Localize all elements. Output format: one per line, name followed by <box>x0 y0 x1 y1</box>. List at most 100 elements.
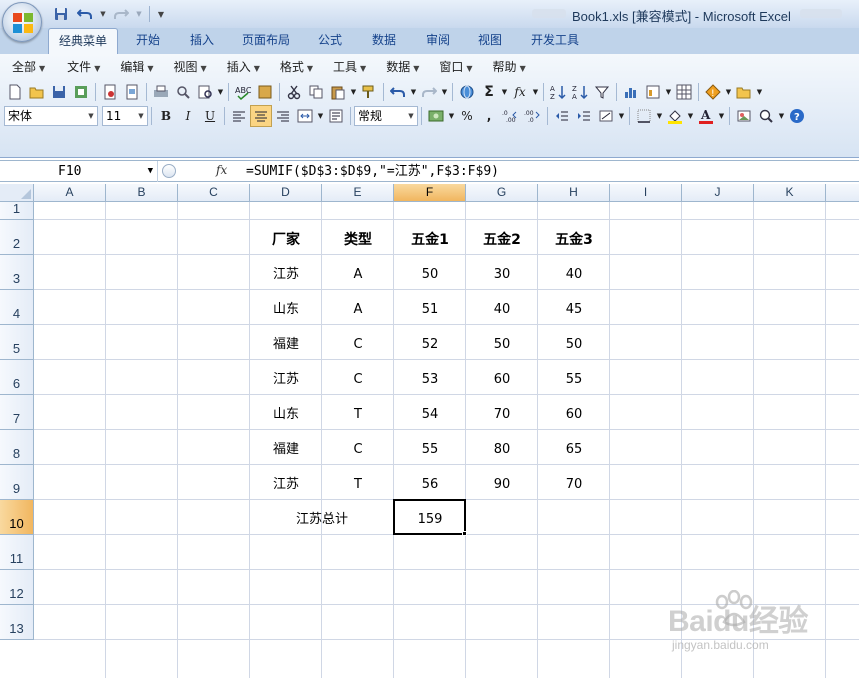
paste-icon[interactable] <box>327 81 349 103</box>
insert-function-icon[interactable]: fx <box>509 81 531 103</box>
merge-center-icon[interactable] <box>294 105 316 127</box>
column-header-f[interactable]: F <box>394 184 466 202</box>
save-icon[interactable] <box>48 81 70 103</box>
chevron-down-icon[interactable]: ▼ <box>405 107 417 125</box>
row-header-12[interactable]: 12 <box>0 570 34 605</box>
increase-indent-icon[interactable] <box>573 105 595 127</box>
fill-color-icon[interactable] <box>664 105 686 127</box>
row-header-4[interactable]: 4 <box>0 290 34 325</box>
customize-qat-icon[interactable]: ▼ <box>155 4 167 24</box>
formula-bar-handle-icon[interactable] <box>162 164 176 178</box>
chevron-down-icon[interactable]: ▼ <box>664 81 673 103</box>
align-left-icon[interactable] <box>228 105 250 127</box>
save-icon[interactable] <box>50 4 72 24</box>
menu-all[interactable]: 全部 ▼ <box>4 57 53 77</box>
column-header-k[interactable]: K <box>754 184 826 202</box>
column-header-e[interactable]: E <box>322 184 394 202</box>
insert-function-icon[interactable]: fx <box>216 163 227 177</box>
chevron-down-icon[interactable]: ▼ <box>724 81 733 103</box>
font-size-combo[interactable]: 11 ▼ <box>102 106 148 126</box>
menu-tools[interactable]: 工具 ▼ <box>325 57 374 77</box>
decrease-indent-icon[interactable] <box>551 105 573 127</box>
redo-icon[interactable] <box>110 4 132 24</box>
chevron-down-icon[interactable]: ▼ <box>447 105 456 127</box>
chevron-down-icon[interactable]: ▼ <box>717 105 726 127</box>
tab-classic-menu[interactable]: 经典菜单 <box>48 28 118 54</box>
row-header-8[interactable]: 8 <box>0 430 34 465</box>
menu-window[interactable]: 窗口 ▼ <box>431 57 480 77</box>
align-center-icon[interactable] <box>250 105 272 127</box>
tab-view[interactable]: 视图 <box>468 28 512 54</box>
row-header-7[interactable]: 7 <box>0 395 34 430</box>
sort-descending-icon[interactable]: ZA <box>569 81 591 103</box>
comma-style-button[interactable]: , <box>478 105 500 127</box>
new-file-icon[interactable] <box>4 81 26 103</box>
research-icon[interactable] <box>194 81 216 103</box>
redo-icon[interactable] <box>418 81 440 103</box>
permission-icon[interactable] <box>70 81 92 103</box>
clipart-icon[interactable] <box>733 105 755 127</box>
print-preview-magnifier-icon[interactable] <box>172 81 194 103</box>
undo-dropdown-icon[interactable]: ▼ <box>98 4 108 24</box>
font-color-icon[interactable]: A <box>695 105 717 127</box>
fill-handle[interactable] <box>462 531 467 536</box>
sort-ascending-icon[interactable]: AZ <box>547 81 569 103</box>
zoom-icon[interactable] <box>755 105 777 127</box>
increase-decimal-icon[interactable]: .0.00 <box>500 105 522 127</box>
wrap-text-icon[interactable] <box>325 105 347 127</box>
row-header-6[interactable]: 6 <box>0 360 34 395</box>
row-header-10[interactable]: 10 <box>0 500 34 535</box>
tab-developer[interactable]: 开发工具 <box>522 28 588 54</box>
chevron-down-icon[interactable]: ▼ <box>409 81 418 103</box>
tab-home[interactable]: 开始 <box>126 28 170 54</box>
chevron-down-icon[interactable]: ▼ <box>85 107 97 125</box>
column-header-d[interactable]: D <box>250 184 322 202</box>
hyperlink-icon[interactable] <box>456 81 478 103</box>
font-name-combo[interactable]: 宋体 ▼ <box>4 106 98 126</box>
orientation-icon[interactable] <box>595 105 617 127</box>
chevron-down-icon[interactable]: ▼ <box>316 105 325 127</box>
chevron-down-icon[interactable]: ▼ <box>500 81 509 103</box>
autosum-icon[interactable]: Σ <box>478 81 500 103</box>
print-preview-icon[interactable] <box>121 81 143 103</box>
chevron-down-icon[interactable]: ▼ <box>777 105 786 127</box>
diamond-icon[interactable]: ! <box>702 81 724 103</box>
chart-icon[interactable] <box>620 81 642 103</box>
column-header-a[interactable]: A <box>34 184 106 202</box>
chevron-down-icon[interactable]: ▼ <box>686 105 695 127</box>
undo-icon[interactable] <box>74 4 96 24</box>
column-header-g[interactable]: G <box>466 184 538 202</box>
row-header-11[interactable]: 11 <box>0 535 34 570</box>
column-header-b[interactable]: B <box>106 184 178 202</box>
spelling-icon[interactable]: ABC <box>232 81 254 103</box>
table-icon[interactable] <box>673 81 695 103</box>
column-header-partial[interactable] <box>826 184 859 202</box>
chevron-down-icon[interactable]: ▼ <box>349 81 358 103</box>
underline-button[interactable]: U <box>199 105 221 127</box>
select-all-corner[interactable] <box>0 184 34 202</box>
italic-button[interactable]: I <box>177 105 199 127</box>
menu-help[interactable]: 帮助 ▼ <box>485 57 534 77</box>
row-header-9[interactable]: 9 <box>0 465 34 500</box>
bold-button[interactable]: B <box>155 105 177 127</box>
folder-icon[interactable] <box>733 81 755 103</box>
column-header-c[interactable]: C <box>178 184 250 202</box>
row-header-5[interactable]: 5 <box>0 325 34 360</box>
pivot-chart-icon[interactable] <box>642 81 664 103</box>
tab-page-layout[interactable]: 页面布局 <box>234 28 298 54</box>
column-header-h[interactable]: H <box>538 184 610 202</box>
row-header-13[interactable]: 13 <box>0 605 34 640</box>
row-header-2[interactable]: 2 <box>0 220 34 255</box>
currency-icon[interactable] <box>425 105 447 127</box>
column-header-i[interactable]: I <box>610 184 682 202</box>
tab-formulas[interactable]: 公式 <box>308 28 352 54</box>
cut-icon[interactable] <box>283 81 305 103</box>
filter-icon[interactable] <box>591 81 613 103</box>
number-format-combo[interactable]: 常规 ▼ <box>354 106 418 126</box>
tab-data[interactable]: 数据 <box>362 28 406 54</box>
research-book-icon[interactable] <box>254 81 276 103</box>
chevron-down-icon[interactable]: ▼ <box>135 107 147 125</box>
office-button[interactable] <box>2 2 42 42</box>
redo-dropdown-icon[interactable]: ▼ <box>134 4 144 24</box>
chevron-down-icon[interactable]: ▼ <box>655 105 664 127</box>
